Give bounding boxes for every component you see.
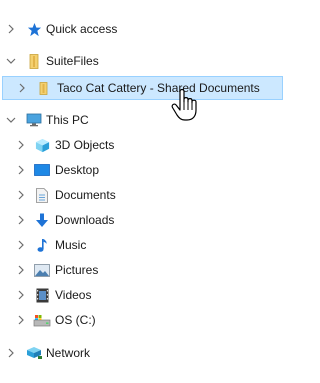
star-icon (26, 18, 42, 40)
documents-icon (34, 184, 50, 206)
drive-icon (33, 309, 51, 331)
tree-item-this-pc[interactable]: This PC (0, 109, 283, 131)
chevron-right-icon[interactable] (5, 18, 17, 40)
tree-item-desktop[interactable]: Desktop (0, 159, 283, 181)
tree-item-label: Downloads (55, 213, 115, 227)
chevron-right-icon[interactable] (15, 134, 27, 156)
chevron-down-icon[interactable] (5, 50, 17, 72)
downloads-icon (34, 209, 50, 231)
tree-item-music[interactable]: Music (0, 234, 283, 256)
chevron-right-icon[interactable] (15, 284, 27, 306)
chevron-right-icon[interactable] (15, 209, 27, 231)
tree-item-label: Network (46, 346, 91, 360)
tree-item-pictures[interactable]: Pictures (0, 259, 283, 281)
network-icon (25, 342, 43, 364)
videos-icon (34, 284, 50, 306)
chevron-right-icon[interactable] (15, 184, 27, 206)
tree-item-label: Desktop (55, 163, 100, 177)
chevron-right-icon[interactable] (15, 159, 27, 181)
tree-item-quick-access[interactable]: Quick access (0, 18, 283, 40)
tree-item-videos[interactable]: Videos (0, 284, 283, 306)
tree-item-label: Documents (55, 188, 116, 202)
tree-item-documents[interactable]: Documents (0, 184, 283, 206)
3d-objects-icon (34, 134, 50, 156)
tree-item-downloads[interactable]: Downloads (0, 209, 283, 231)
tree-item-network[interactable]: Network (0, 342, 283, 364)
tree-item-suitefiles[interactable]: SuiteFiles (0, 50, 283, 72)
music-icon (34, 234, 50, 256)
chevron-right-icon[interactable] (16, 77, 28, 99)
chevron-right-icon[interactable] (5, 342, 17, 364)
tree-item-label: SuiteFiles (46, 54, 99, 68)
tree-item-label: OS (C:) (55, 313, 96, 327)
chevron-right-icon[interactable] (15, 259, 27, 281)
suitefiles-folder-icon (26, 50, 42, 72)
chevron-right-icon[interactable] (15, 309, 27, 331)
tree-item-os-drive[interactable]: OS (C:) (0, 309, 283, 331)
computer-icon (26, 109, 42, 131)
tree-item-label: Music (55, 238, 87, 252)
chevron-right-icon[interactable] (15, 234, 27, 256)
pictures-icon (34, 259, 50, 281)
tree-item-label: Pictures (55, 263, 99, 277)
tree-item-3d-objects[interactable]: 3D Objects (0, 134, 283, 156)
tree-item-label: 3D Objects (55, 138, 115, 152)
desktop-icon (34, 159, 50, 181)
folder-icon (35, 77, 51, 99)
tree-item-label: Videos (55, 288, 92, 302)
tree-item-label: Quick access (46, 22, 118, 36)
tree-item-shared-documents[interactable]: Taco Cat Cattery - Shared Documents (2, 76, 283, 100)
tree-item-label: Taco Cat Cattery - Shared Documents (57, 81, 260, 95)
chevron-down-icon[interactable] (5, 109, 17, 131)
tree-item-label: This PC (46, 113, 89, 127)
